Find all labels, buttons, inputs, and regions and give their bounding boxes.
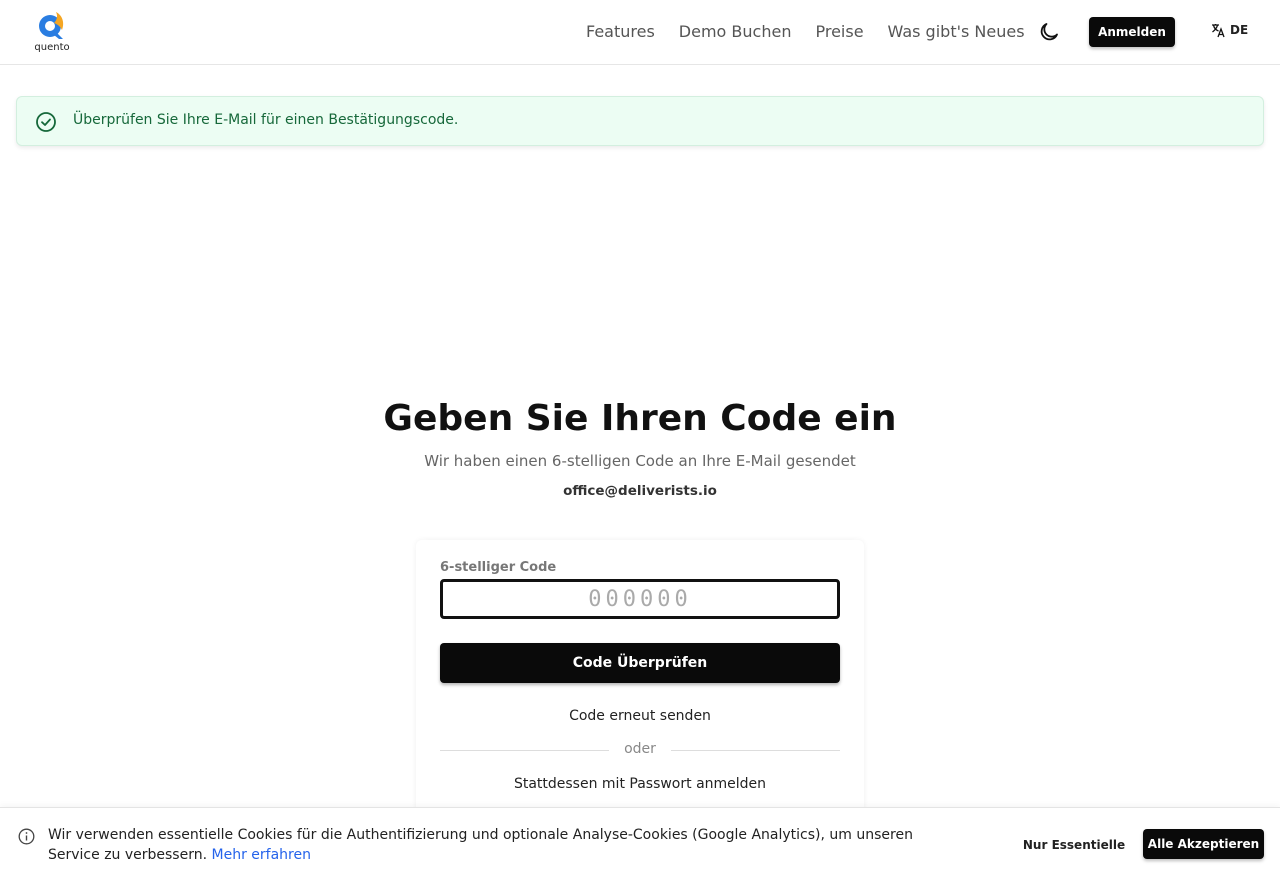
accept-all-button[interactable]: Alle Akzeptieren: [1143, 829, 1264, 859]
code-label: 6-stelliger Code: [440, 560, 557, 575]
cookie-banner: Wir verwenden essentielle Cookies für di…: [0, 807, 1280, 880]
page-subtitle: Wir haben einen 6-stelligen Code an Ihre…: [424, 452, 856, 470]
cookie-text: Wir verwenden essentielle Cookies für di…: [48, 827, 913, 863]
logo-text: quento: [34, 42, 70, 53]
language-code: DE: [1230, 23, 1249, 37]
verify-code-button[interactable]: Code Überprüfen: [440, 643, 840, 683]
divider-text: oder: [624, 741, 656, 757]
translate-icon: [1212, 24, 1225, 38]
main-nav: Features Demo Buchen Preise Was gibt's N…: [586, 20, 1025, 44]
check-circle-icon: [36, 112, 56, 132]
essential-only-button[interactable]: Nur Essentielle: [1022, 830, 1126, 860]
password-login-link[interactable]: Stattdessen mit Passwort anmelden: [440, 776, 840, 792]
quento-logo[interactable]: quento: [30, 6, 74, 56]
nav-link-pricing[interactable]: Preise: [815, 20, 863, 44]
divider-line-right: [671, 750, 840, 751]
nav-link-whats-new[interactable]: Was gibt's Neues: [888, 20, 1025, 44]
info-icon: [18, 828, 35, 845]
verification-card: 6-stelliger Code Code Überprüfen Code er…: [416, 540, 864, 830]
learn-more-link[interactable]: Mehr erfahren: [212, 847, 311, 863]
recipient-email: office@deliverists.io: [563, 483, 717, 499]
or-divider: oder: [440, 740, 840, 760]
moon-icon: [1040, 23, 1058, 41]
resend-code-link[interactable]: Code erneut senden: [440, 708, 840, 724]
logo-mark-icon: [39, 12, 64, 39]
cookie-message: Wir verwenden essentielle Cookies für di…: [48, 825, 948, 865]
nav-link-features[interactable]: Features: [586, 20, 655, 44]
page-title: Geben Sie Ihren Code ein: [383, 398, 897, 439]
top-navigation-bar: quento Features Demo Buchen Preise Was g…: [0, 0, 1280, 65]
theme-toggle-button[interactable]: [1037, 20, 1061, 44]
success-alert: Überprüfen Sie Ihre E-Mail für einen Bes…: [16, 96, 1264, 146]
code-input[interactable]: [440, 579, 840, 619]
language-switcher[interactable]: DE: [1210, 22, 1248, 38]
nav-link-demo[interactable]: Demo Buchen: [679, 20, 792, 44]
signin-button[interactable]: Anmelden: [1089, 17, 1175, 47]
alert-message: Überprüfen Sie Ihre E-Mail für einen Bes…: [73, 112, 459, 128]
